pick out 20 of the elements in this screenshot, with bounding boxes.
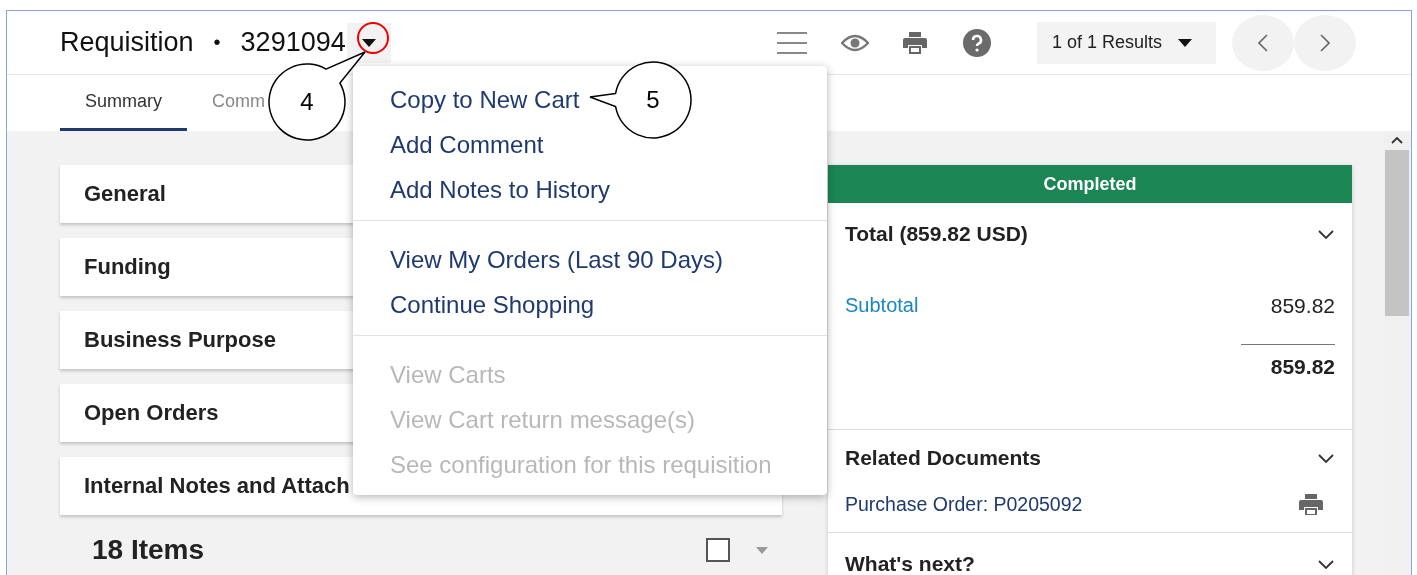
section-title: Funding [84,254,171,280]
items-count: 18 Items [92,534,206,566]
section-title: What's next? [845,552,975,575]
total-amount: 859.82 [1241,344,1335,379]
separator-dot: • [213,31,221,54]
section-title: General [84,181,166,207]
menu-item: View Carts [390,360,506,390]
section-title: Total (859.82 USD) [845,222,1028,246]
status-banner: Completed [828,165,1352,203]
section-title: Internal Notes and Attach [84,473,350,499]
menu-item: View Cart return message(s) [390,405,695,435]
menu-item: See configuration for this requisition [390,450,772,480]
page-title: Requisition [60,27,194,58]
callout-number: 5 [645,86,661,114]
callout-number: 4 [299,88,315,116]
section-title: Open Orders [84,400,219,426]
requisition-number: 3291094 [240,27,346,58]
section-title: Related Documents [845,446,1042,470]
section-title: Business Purpose [84,327,276,353]
amount: 859.82 [1270,293,1335,318]
